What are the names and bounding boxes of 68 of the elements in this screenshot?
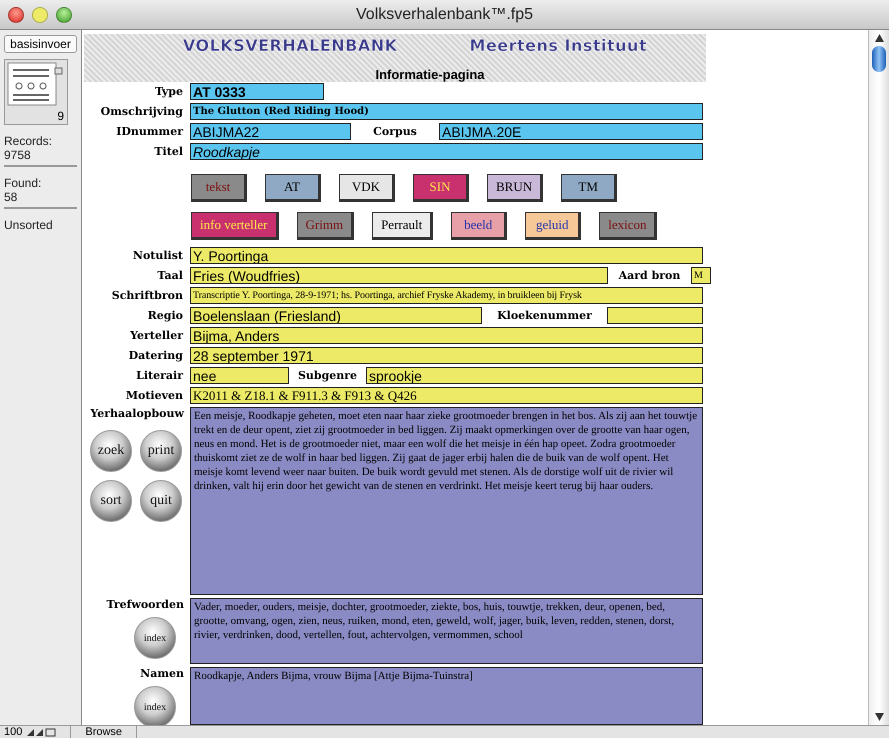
window-title: Volksverhalenbank™.fp5 — [356, 6, 533, 24]
field-label: Yerhaalopbouw — [90, 407, 186, 420]
round-button[interactable]: print — [140, 430, 182, 472]
field-label: Namen — [140, 667, 185, 680]
text-field[interactable]: M — [691, 267, 711, 284]
nav-button[interactable]: BRUN — [487, 174, 544, 202]
zoom-controls-icon[interactable] — [26, 727, 56, 737]
round-button[interactable]: zoek — [90, 430, 132, 472]
field-label: Literair — [135, 369, 184, 382]
page-number: 9 — [57, 109, 64, 123]
found-label: Found: — [4, 176, 42, 190]
scroll-bar[interactable] — [868, 30, 889, 725]
field-label: Subgenre — [296, 369, 358, 382]
field-label: Taal — [156, 269, 184, 282]
field-label: IDnummer — [115, 125, 184, 138]
text-field[interactable]: nee — [190, 367, 289, 384]
nav-button[interactable]: beeld — [451, 212, 508, 240]
banner-title: VOLKSVERHALENBANK — [182, 36, 398, 55]
memo-field[interactable]: Roodkapje, Anders Bijma, vrouw Bijma [Attje Bijma-Tuinstra] — [190, 667, 703, 725]
nav-button[interactable]: info verteller — [191, 212, 278, 240]
field-label: Notulist — [132, 249, 184, 262]
nav-button[interactable]: VDK — [339, 174, 395, 202]
scroll-thumb[interactable] — [872, 46, 886, 72]
sort-status: Unsorted — [4, 218, 54, 232]
found-count: 58 — [4, 190, 18, 204]
field-label: Regio — [146, 309, 184, 322]
round-button[interactable]: quit — [140, 480, 182, 522]
text-field[interactable]: K2011 & Z18.1 & F911.3 & F913 & Q426 — [190, 387, 703, 404]
nav-button[interactable]: geluid — [525, 212, 582, 240]
memo-field[interactable]: Een meisje, Roodkapje geheten, moet eten naar haar zieke grootmoeder brengen in het bos. Als zij aan het touwtje trekt en de deur opent, ziet zij grootmoeder in bed liggen. Zij maakt opmerkingen over de grootte van haar ogen, neus en mond. Het is de grootmoeder niet, maar een wolf die het meisje in één hap opeet. Zodra grootmoeder thuiskomt ziet ze de wolf in haar bed liggen. Zij gaat de jager erbij halen die de buik van de wolf opent. Het meisje komt levend weer naar buiten. De buik wordt gevuld met stenen. Als de dorstige wolf uit de rivier wil drinken, valt hij erin door het gewicht van de stenen en verdrinkt. Het meisje keert terug bij haar ouders. — [190, 407, 703, 595]
field-label: Schriftbron — [110, 289, 184, 302]
institute-name: Meertens Instituut — [470, 36, 648, 55]
text-field[interactable]: ABIJMA.20E — [439, 123, 703, 140]
round-button[interactable]: index — [134, 617, 176, 659]
field-label: Yerteller — [129, 329, 184, 342]
field-label: Trefwoorden — [106, 598, 185, 611]
scroll-down-icon[interactable] — [874, 713, 884, 721]
mode-label: Browse — [70, 726, 138, 738]
records-label: Records: — [4, 134, 54, 148]
close-button[interactable] — [8, 6, 24, 22]
notebook-icon[interactable] — [7, 62, 63, 106]
nav-button[interactable]: SIN — [413, 174, 469, 202]
field-label: Datering — [128, 349, 184, 362]
nav-button[interactable]: Perrault — [372, 212, 434, 240]
records-count: 9758 — [4, 148, 32, 162]
field-label: Titel — [153, 145, 184, 158]
round-button[interactable]: index — [134, 686, 176, 728]
field-label: Motieven — [124, 389, 184, 402]
field-label: Aard bron — [618, 269, 682, 282]
text-field[interactable]: The Glutton (Red Riding Hood) — [190, 103, 703, 120]
memo-field[interactable]: Vader, moeder, ouders, meisje, dochter, grootmoeder, ziekte, bos, huis, touwtje, trekken, deur, openen, bed, grootte, omvang, ogen, zien, neus, ruiken, mond, eten, geweld, wolf, jager, buik, leven, redden, stenen, dorst, rivier, verdrinken, dood, vertellen, fout, achtervolgen, vermommen, school — [190, 598, 703, 664]
field-label: Corpus — [372, 125, 418, 138]
text-field[interactable]: ABIJMA22 — [190, 123, 351, 140]
text-field[interactable]: AT 0333 — [190, 83, 324, 100]
page-title: Informatie-pagina — [375, 67, 485, 82]
book-navigator[interactable]: 9 — [4, 59, 68, 125]
round-button[interactable]: sort — [90, 480, 132, 522]
nav-button[interactable]: TM — [561, 174, 618, 202]
text-field[interactable] — [607, 307, 703, 324]
field-label: Omschrijving — [100, 105, 184, 118]
text-field[interactable]: Transcriptie Y. Poortinga, 28-9-1971; hs. Poortinga, archief Fryske Akademy, in bruikleen bij Frysk — [190, 287, 703, 304]
field-label: Type — [154, 85, 184, 98]
nav-button[interactable]: AT — [265, 174, 321, 202]
zoom-button[interactable] — [56, 6, 72, 22]
scroll-up-icon[interactable] — [874, 34, 884, 42]
field-label: Kloekenummer — [496, 309, 593, 322]
zoom-level: 100 — [4, 726, 22, 738]
layout-button[interactable]: basisinvoer — [4, 35, 77, 53]
